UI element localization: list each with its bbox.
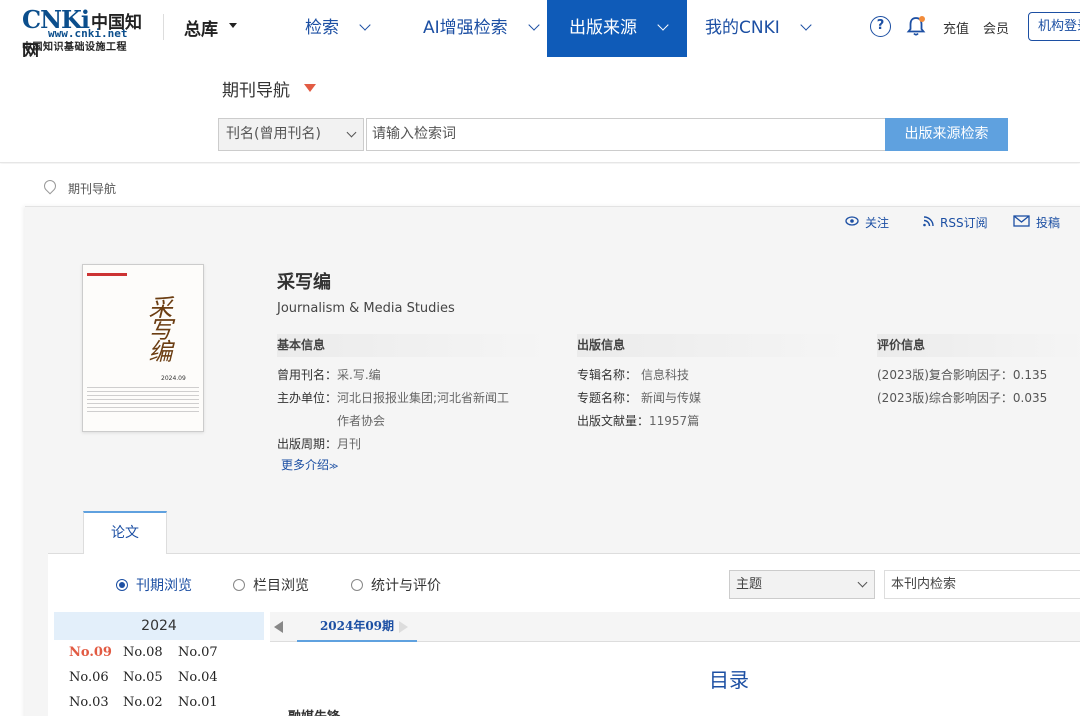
sponsor-row-continued: 作者协会	[337, 414, 386, 428]
article-count-row: 出版文献量：11957篇	[577, 414, 700, 428]
publish-info-heading: 出版信息	[577, 334, 847, 357]
nav-search[interactable]: 检索	[305, 0, 371, 57]
breadcrumb[interactable]: 期刊导航	[68, 180, 116, 197]
follow-link[interactable]: 关注	[865, 214, 889, 231]
cover-header-bar	[87, 273, 127, 276]
help-icon[interactable]: ?	[870, 16, 891, 37]
chevron-down-icon	[857, 577, 868, 588]
toc-title: 目录	[709, 668, 749, 692]
radio-issue-browse[interactable]: 刊期浏览	[116, 575, 192, 595]
journal-english-title: Journalism & Media Studies	[277, 301, 455, 316]
year-header[interactable]: 2024	[54, 612, 264, 640]
former-name-row: 曾用刊名：采.写.编	[277, 368, 381, 382]
eye-icon[interactable]	[845, 215, 859, 227]
journal-nav-title[interactable]: 期刊导航	[222, 76, 290, 101]
comprehensive-impact-factor: (2023版)综合影响因子：0.035	[877, 391, 1048, 405]
toc-panel	[272, 642, 1080, 716]
caret-down-icon[interactable]	[304, 84, 316, 92]
sponsor-row: 主办单位：河北日报报业集团;河北省新闻工	[277, 391, 510, 405]
arrow-right-icon[interactable]	[399, 621, 408, 633]
basic-info-heading: 基本信息	[277, 334, 547, 357]
top-navigation: CNKi 中国知网 www.cnki.net 中国知识基础设施工程 总库 检索 A…	[0, 0, 1080, 62]
journal-cover[interactable]: 采写编 2024.09	[82, 264, 204, 432]
series-row: 专辑名称： 信息科技	[577, 368, 690, 382]
radio-column-browse[interactable]: 栏目浏览	[233, 575, 309, 595]
issue-link[interactable]: No.08	[123, 645, 163, 660]
issue-link[interactable]: No.02	[123, 695, 163, 710]
source-search-area: 期刊导航 刊名(曾用刊名) 请输入检索词 出版来源检索	[0, 57, 1080, 163]
mail-icon[interactable]	[1013, 215, 1030, 227]
radio-statistics[interactable]: 统计与评价	[351, 575, 441, 595]
cover-text-lines	[87, 387, 199, 415]
nav-publication-source[interactable]: 出版来源	[547, 0, 687, 57]
cnki-logo[interactable]: CNKi 中国知网 www.cnki.net 中国知识基础设施工程	[22, 5, 150, 62]
recharge-link[interactable]: 充值	[943, 18, 969, 37]
library-selector[interactable]: 总库	[184, 15, 218, 40]
more-intro-link[interactable]: 更多介绍≫	[281, 456, 338, 473]
arrow-left-icon[interactable]	[274, 621, 283, 633]
topic-select[interactable]: 主题	[729, 570, 875, 599]
issue-link[interactable]: No.07	[178, 645, 218, 660]
submit-link[interactable]: 投稿	[1036, 214, 1060, 231]
topic-row: 专题名称： 新闻与传媒	[577, 391, 702, 405]
journal-title: 采写编	[277, 272, 331, 293]
issue-link[interactable]: No.06	[69, 670, 109, 685]
source-search-button[interactable]: 出版来源检索	[885, 118, 1008, 151]
search-input[interactable]: 请输入检索词	[366, 118, 886, 151]
rss-link[interactable]: RSS订阅	[940, 214, 988, 231]
cover-title: 采写编	[144, 295, 172, 361]
chevron-down-icon	[657, 19, 669, 31]
cycle-row: 出版周期：月刊	[277, 437, 362, 451]
issue-link[interactable]: No.09	[69, 645, 112, 660]
nav-my-cnki[interactable]: 我的CNKI	[705, 0, 812, 57]
nav-ai-search[interactable]: AI增强检索	[423, 0, 540, 57]
logo-subtitle: 中国知识基础设施工程	[22, 42, 127, 53]
radio-dot	[233, 579, 245, 591]
cover-issue: 2024.09	[161, 375, 186, 382]
issue-link[interactable]: No.05	[123, 670, 163, 685]
caret-down-icon[interactable]	[229, 23, 237, 28]
issue-link[interactable]: No.04	[178, 670, 218, 685]
radio-dot	[351, 579, 363, 591]
chevron-down-icon	[359, 19, 371, 31]
radio-dot	[116, 579, 128, 591]
issue-link[interactable]: No.03	[69, 695, 109, 710]
rss-icon[interactable]	[922, 215, 936, 227]
header-divider	[163, 14, 164, 40]
toc-section-title: 融媒先锋	[288, 706, 340, 716]
tab-divider	[48, 553, 1080, 554]
in-journal-search-input[interactable]: 本刊内检索	[884, 570, 1080, 599]
chevron-down-icon	[346, 127, 357, 138]
institution-login-button[interactable]: 机构登录	[1028, 12, 1080, 41]
member-link[interactable]: 会员	[983, 18, 1009, 37]
evaluation-info-heading: 评价信息	[877, 334, 1080, 357]
composite-impact-factor: (2023版)复合影响因子：0.135	[877, 368, 1048, 382]
issue-link[interactable]: No.01	[178, 695, 218, 710]
chevron-down-icon	[527, 19, 540, 31]
chevron-down-icon	[800, 19, 812, 31]
search-field-select[interactable]: 刊名(曾用刊名)	[218, 118, 364, 151]
notification-dot	[919, 16, 925, 22]
tab-papers[interactable]: 论文	[83, 511, 167, 554]
